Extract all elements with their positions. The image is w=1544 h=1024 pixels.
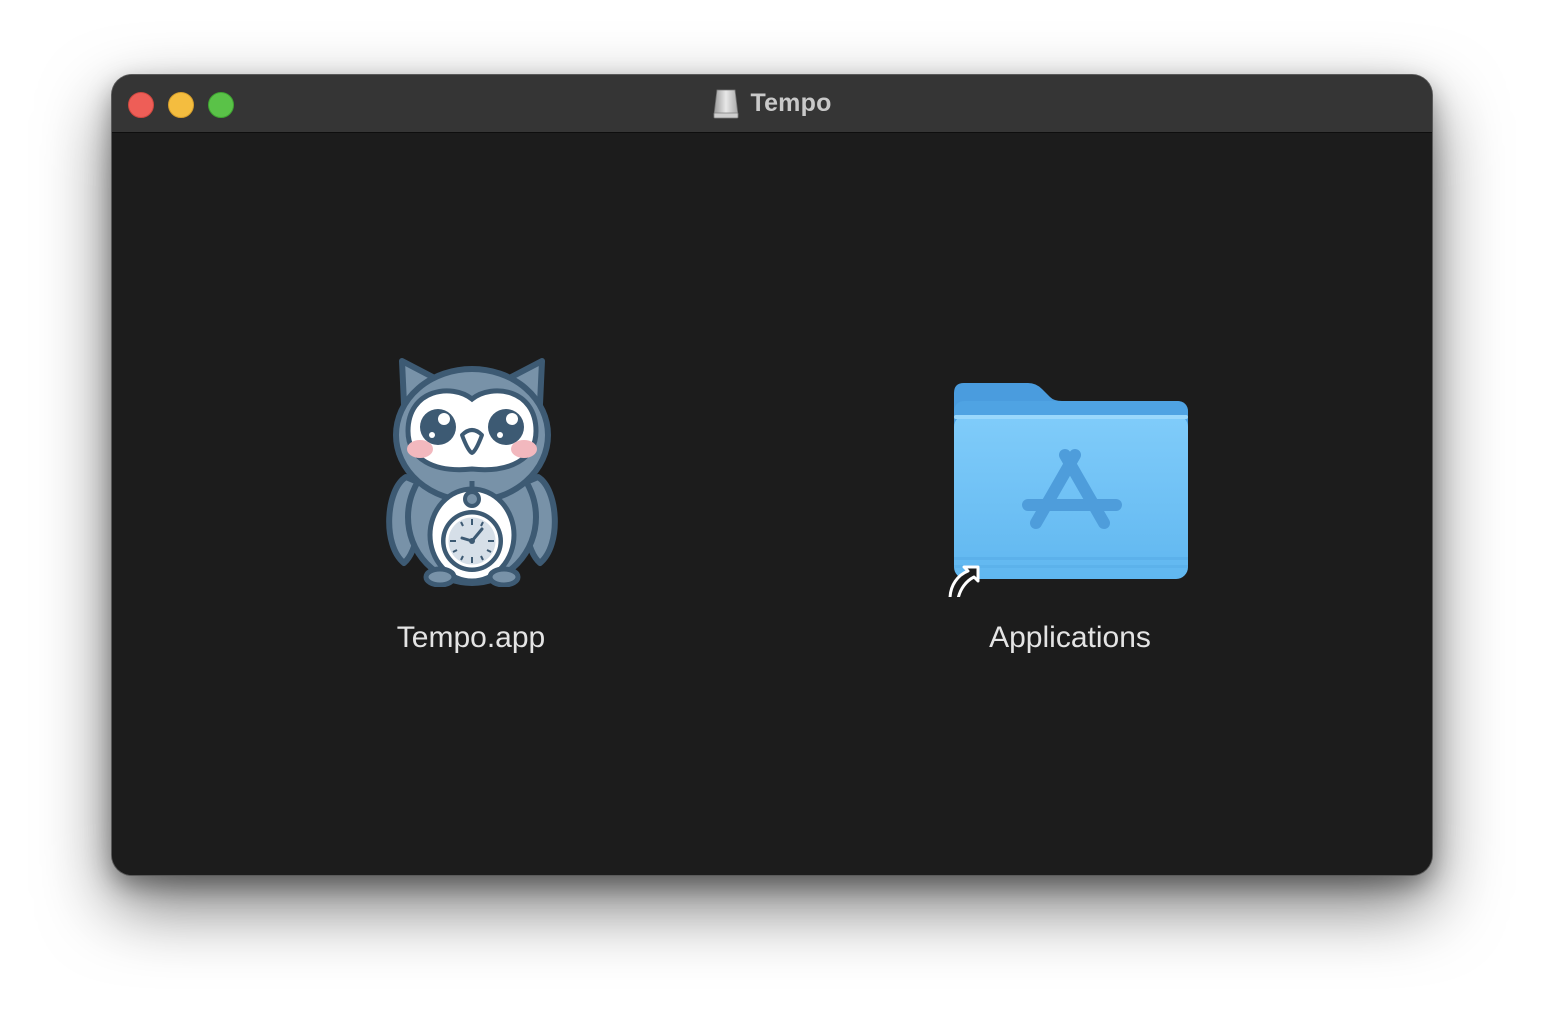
window-content: Tempo.app Applications [112, 133, 1432, 875]
owl-app-icon [386, 358, 558, 588]
app-item-label: Tempo.app [396, 621, 546, 654]
applications-folder-alias-icon [948, 383, 1188, 601]
applications-folder-label: Applications [989, 621, 1151, 654]
finder-window: Tempo Tempo.app Applications [112, 75, 1432, 875]
window-title: Tempo [750, 89, 832, 117]
window-title-group: Tempo [112, 75, 1432, 132]
applications-folder-item[interactable] [944, 371, 1196, 601]
title-bar[interactable]: Tempo [112, 75, 1432, 133]
app-item-tempo[interactable] [382, 355, 562, 588]
disk-image-icon [714, 89, 739, 118]
